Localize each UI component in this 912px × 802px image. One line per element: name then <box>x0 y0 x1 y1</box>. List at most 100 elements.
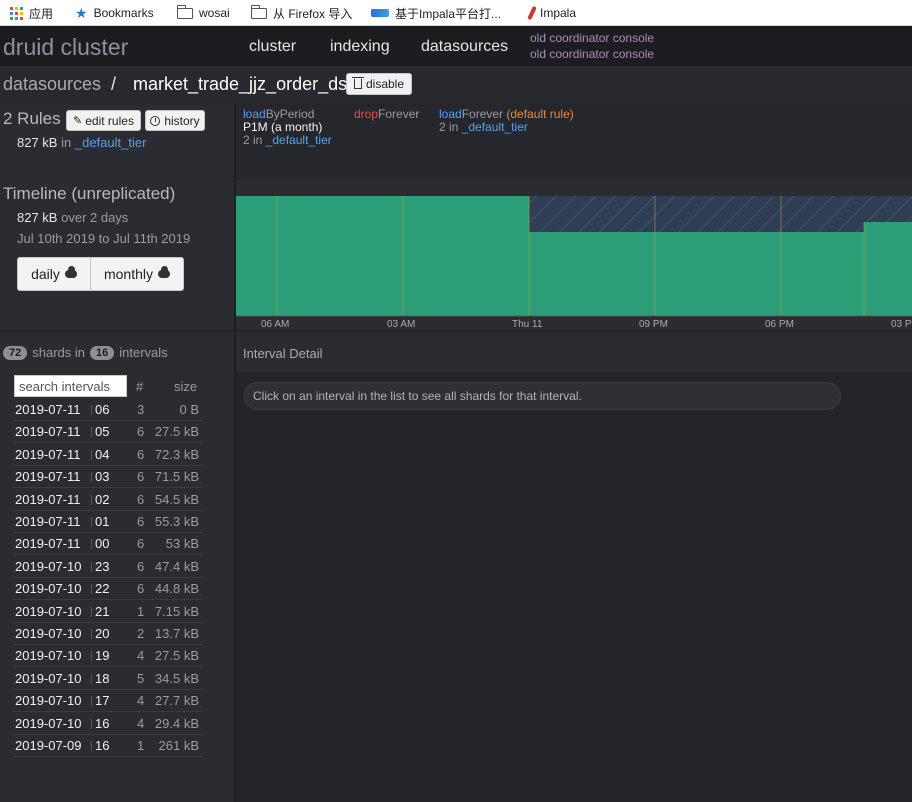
bookmark-bookmarks[interactable]: ★ Bookmarks <box>75 0 154 26</box>
interval-hour: 16 <box>90 715 110 731</box>
interval-hour: 21 <box>90 603 110 619</box>
bookmark-folder-wosai[interactable]: wosai <box>176 0 230 26</box>
brand-title[interactable]: druid cluster <box>3 34 128 61</box>
rule-load-by-period: loadByPeriod P1M (a month) 2 in _default… <box>243 108 332 147</box>
interval-row[interactable]: 2019-07-11 04 6 72.3 kB <box>13 444 203 466</box>
timeline-chart[interactable]: 06 AM 03 AM Thu 11 09 PM 06 PM 03 PM <box>235 180 912 330</box>
nav-datasources[interactable]: datasources <box>421 38 508 56</box>
interval-date: 2019-07-10 <box>15 648 82 664</box>
column-header-size: size <box>174 379 198 394</box>
interval-row[interactable]: 2019-07-11 06 3 0 B <box>13 399 203 421</box>
interval-size: 261 kB <box>158 738 199 753</box>
rules-detail-panel <box>236 104 912 180</box>
interval-row[interactable]: 2019-07-10 16 4 29.4 kB <box>13 713 203 735</box>
interval-size: 53 kB <box>165 536 199 552</box>
disable-button[interactable]: disable <box>346 73 412 95</box>
interval-hour: 02 <box>90 491 110 507</box>
rule-type-suffix: ByPeriod <box>265 107 315 121</box>
interval-hour: 00 <box>90 536 110 552</box>
history-button[interactable]: history <box>145 110 205 131</box>
x-tick-label: 09 PM <box>639 319 668 330</box>
interval-row[interactable]: 2019-07-11 02 6 54.5 kB <box>13 489 203 511</box>
old-console-link[interactable]: old coordinator console <box>530 47 654 61</box>
interval-shard-count: 4 <box>137 715 145 731</box>
edit-rules-button[interactable]: ✎ edit rules <box>66 110 141 131</box>
bookmark-label: 基于Impala平台打... <box>395 6 502 21</box>
bookmark-folder-firefox[interactable]: 从 Firefox 导入 <box>250 0 352 26</box>
interval-row[interactable]: 2019-07-10 18 5 34.5 kB <box>13 668 203 690</box>
bookmark-apps[interactable]: 应用 <box>10 0 53 26</box>
hatched-region <box>529 196 912 232</box>
monthly-label: monthly <box>103 266 154 282</box>
monthly-button[interactable]: monthly <box>90 258 183 290</box>
interval-hint: Click on an interval in the list to see … <box>244 382 841 410</box>
edit-icon: ✎ <box>73 115 83 127</box>
bookmark-impala-article[interactable]: 基于Impala平台打... <box>371 0 501 26</box>
interval-size: 34.5 kB <box>154 670 199 686</box>
interval-size: 71.5 kB <box>154 469 199 485</box>
interval-row[interactable]: 2019-07-10 17 4 27.7 kB <box>13 690 203 713</box>
x-tick-label: Thu 11 <box>512 319 543 330</box>
folder-icon <box>176 4 193 19</box>
bookmark-label: Impala <box>540 6 577 20</box>
interval-row[interactable]: 2019-07-09 16 1 261 kB <box>13 735 203 757</box>
bookmark-label: 应用 <box>29 6 54 21</box>
interval-row[interactable]: 2019-07-10 21 1 7.15 kB <box>13 601 203 623</box>
interval-size: 47.4 kB <box>154 558 199 574</box>
interval-shard-count: 5 <box>137 670 145 686</box>
interval-size: 0 B <box>179 402 199 417</box>
interval-row[interactable]: 2019-07-10 23 6 47.4 kB <box>13 556 203 578</box>
x-tick-label: 06 AM <box>261 319 289 330</box>
interval-shard-count: 6 <box>137 446 145 462</box>
timeline-range: Jul 10th 2019 to Jul 11th 2019 <box>17 231 191 246</box>
interval-hour: 18 <box>90 670 110 686</box>
interval-detail-header <box>236 332 912 372</box>
timeline-span: over 2 days <box>61 210 129 225</box>
breadcrumb-datasources[interactable]: datasources <box>3 74 101 95</box>
interval-size: 44.8 kB <box>154 581 199 597</box>
bookmark-impala[interactable]: Impala <box>527 0 577 26</box>
interval-size: 27.5 kB <box>154 648 199 664</box>
interval-row[interactable]: 2019-07-11 03 6 71.5 kB <box>13 466 203 489</box>
interval-hour: 16 <box>90 738 110 753</box>
area-segment[interactable] <box>529 232 864 316</box>
interval-hour: 01 <box>90 514 110 529</box>
interval-date: 2019-07-10 <box>15 693 82 709</box>
interval-date: 2019-07-10 <box>15 581 82 597</box>
rule-tier-link[interactable]: _default_tier <box>266 133 332 147</box>
datasource-name: market_trade_jjz_order_ds <box>133 74 348 94</box>
interval-row[interactable]: 2019-07-11 05 6 27.5 kB <box>13 421 203 444</box>
tier-link[interactable]: _default_tier <box>75 135 147 150</box>
old-console-link[interactable]: old coordinator console <box>530 31 654 45</box>
daily-button[interactable]: daily <box>18 258 90 290</box>
area-segment[interactable] <box>864 222 912 316</box>
interval-hour: 03 <box>90 469 110 485</box>
interval-hour: 05 <box>90 424 110 440</box>
shard-count-badge: 72 <box>3 345 28 360</box>
area-segment[interactable] <box>235 196 529 316</box>
rule-tier-link[interactable]: _default_tier <box>462 120 528 134</box>
interval-hour: 04 <box>90 446 110 462</box>
column-header-count: # <box>136 379 144 394</box>
interval-shard-count: 6 <box>137 469 145 485</box>
interval-row[interactable]: 2019-07-10 19 4 27.5 kB <box>13 645 203 668</box>
timeline-title: Timeline (unreplicated) <box>3 184 176 203</box>
interval-date: 2019-07-10 <box>15 715 82 731</box>
intervals-label: intervals <box>119 345 168 360</box>
interval-size: 72.3 kB <box>154 446 199 462</box>
interval-row[interactable]: 2019-07-10 20 2 13.7 kB <box>13 623 203 645</box>
interval-size: 7.15 kB <box>154 603 199 619</box>
interval-hour: 17 <box>90 693 110 709</box>
interval-row[interactable]: 2019-07-11 00 6 53 kB <box>13 533 203 556</box>
nav-cluster[interactable]: cluster <box>249 38 296 56</box>
search-intervals-input[interactable] <box>14 375 127 397</box>
interval-row[interactable]: 2019-07-11 01 6 55.3 kB <box>13 511 203 533</box>
interval-hour: 20 <box>90 626 110 641</box>
interval-hour: 22 <box>90 581 110 597</box>
nav-indexing[interactable]: indexing <box>330 38 390 56</box>
shards-label: shards in <box>32 345 85 360</box>
interval-hour: 23 <box>90 558 110 574</box>
x-tick-label: 03 AM <box>387 319 415 330</box>
interval-row[interactable]: 2019-07-10 22 6 44.8 kB <box>13 578 203 601</box>
breadcrumb-separator: / <box>111 74 117 94</box>
